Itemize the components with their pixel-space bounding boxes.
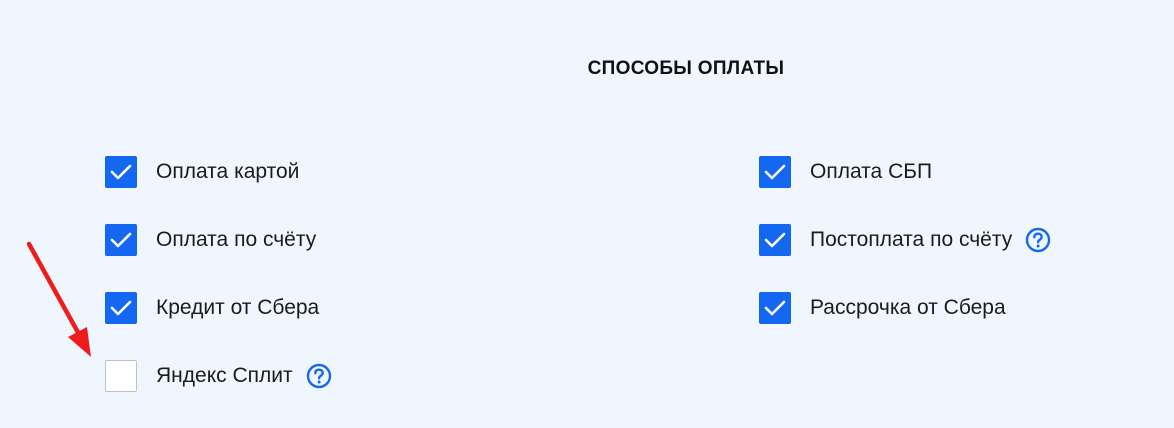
option-label: Постоплата по счёту — [810, 228, 1013, 251]
checkbox-sber-credit[interactable] — [105, 292, 137, 324]
option-postpayment-invoice[interactable]: Постоплата по счёту — [759, 224, 1051, 256]
option-yandex-split[interactable]: Яндекс Сплит — [105, 360, 332, 392]
checkbox-invoice-payment[interactable] — [105, 224, 137, 256]
checkbox-yandex-split[interactable] — [105, 360, 137, 392]
checkbox-sber-installment[interactable] — [759, 292, 791, 324]
option-label: Оплата по счёту — [156, 228, 317, 251]
question-circle-icon[interactable] — [1025, 227, 1051, 253]
check-icon — [110, 164, 132, 180]
option-label: Яндекс Сплит — [156, 364, 293, 387]
section-title: СПОСОБЫ ОПЛАТЫ — [587, 58, 785, 79]
option-label: Кредит от Сбера — [156, 296, 320, 319]
question-circle-icon[interactable] — [306, 363, 332, 389]
option-sber-installment[interactable]: Рассрочка от Сбера — [759, 292, 1006, 324]
option-label: Оплата СБП — [810, 160, 933, 183]
check-icon — [764, 232, 786, 248]
option-sbp-payment[interactable]: Оплата СБП — [759, 156, 932, 188]
option-sber-credit[interactable]: Кредит от Сбера — [105, 292, 319, 324]
check-icon — [764, 300, 786, 316]
option-label: Рассрочка от Сбера — [810, 296, 1006, 319]
option-label: Оплата картой — [156, 160, 300, 183]
check-icon — [764, 164, 786, 180]
red-arrow-annotation — [26, 241, 91, 357]
checkbox-card-payment[interactable] — [105, 156, 137, 188]
check-icon — [110, 300, 132, 316]
option-invoice-payment[interactable]: Оплата по счёту — [105, 224, 316, 256]
check-icon — [110, 232, 132, 248]
checkbox-postpayment-invoice[interactable] — [759, 224, 791, 256]
checkbox-sbp-payment[interactable] — [759, 156, 791, 188]
option-card-payment[interactable]: Оплата картой — [105, 156, 299, 188]
